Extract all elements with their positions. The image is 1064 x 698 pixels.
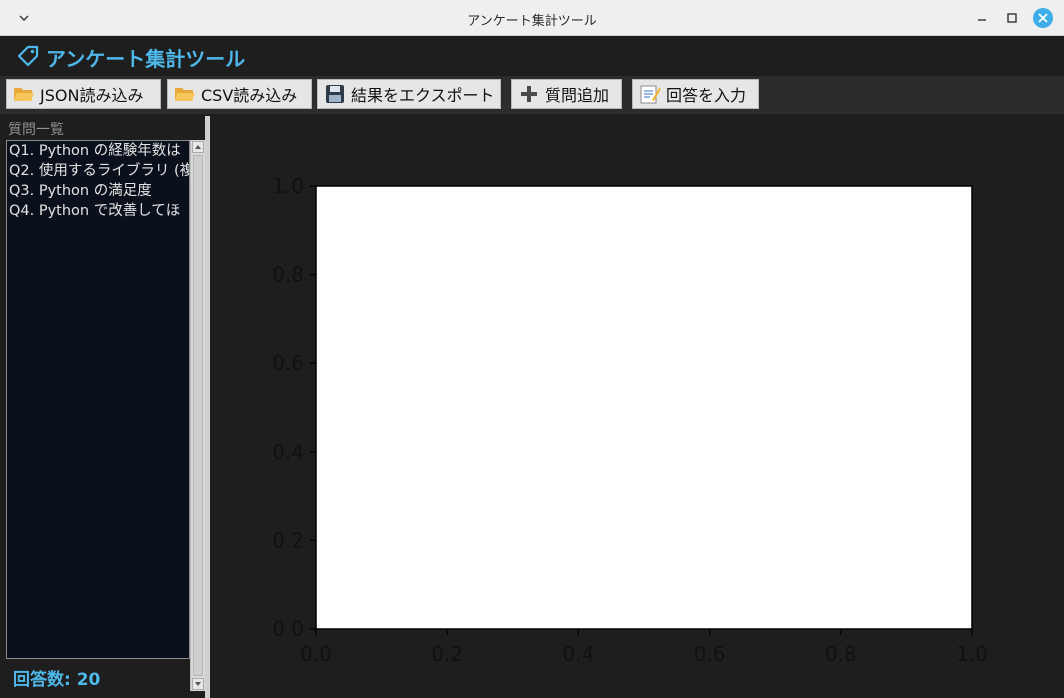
scroll-down-button[interactable] <box>192 678 204 690</box>
export-results-button[interactable]: 結果をエクスポート <box>317 79 501 109</box>
export-results-label: 結果をエクスポート <box>351 86 495 105</box>
enter-answer-button[interactable]: 回答を入力 <box>632 79 759 109</box>
plus-icon <box>521 86 537 102</box>
load-json-label: JSON読み込み <box>40 86 144 105</box>
x-tick-label: 0.0 <box>300 642 332 666</box>
y-axis: 0.0 0.2 0.4 0.6 0.8 1.0 <box>272 174 316 641</box>
x-tick-label: 1.0 <box>956 642 988 666</box>
folder-open-icon <box>175 88 195 101</box>
x-tick-label: 0.8 <box>825 642 857 666</box>
question-list-item[interactable]: Q2. 使用するライブラリ (複 <box>7 161 189 181</box>
chevron-down-icon <box>195 682 201 686</box>
y-tick-label: 0.2 <box>272 528 304 552</box>
close-button[interactable] <box>1033 8 1053 28</box>
window-titlebar: アンケート集計ツール <box>0 0 1064 36</box>
close-icon <box>1038 13 1048 23</box>
question-list-scrollbar[interactable] <box>190 140 205 691</box>
question-list-item[interactable]: Q1. Python の経験年数は <box>7 141 189 161</box>
chevron-up-icon <box>195 145 201 149</box>
scroll-up-button[interactable] <box>192 141 204 153</box>
load-csv-label: CSV読み込み <box>201 86 298 105</box>
x-tick-label: 0.6 <box>694 642 726 666</box>
memo-icon <box>640 85 661 104</box>
enter-answer-label: 回答を入力 <box>666 86 747 105</box>
add-question-button[interactable]: 質問追加 <box>511 79 622 109</box>
question-list-label: 質問一覧 <box>8 122 64 138</box>
app-header: アンケート集計ツール <box>0 36 1064 76</box>
x-tick-label: 0.4 <box>562 642 594 666</box>
response-count: 回答数: 20 <box>13 670 101 690</box>
x-tick-label: 0.2 <box>431 642 463 666</box>
question-list[interactable]: Q1. Python の経験年数は Q2. 使用するライブラリ (複 Q3. P… <box>6 140 190 659</box>
x-axis: 0.0 0.2 0.4 0.6 0.8 1.0 <box>300 629 988 666</box>
window-title: アンケート集計ツール <box>467 14 597 29</box>
tag-icon <box>17 45 39 67</box>
toolbar: JSON読み込み CSV読み込み 結果をエクスポート 質問追加 回答を入力 <box>0 76 1064 114</box>
y-tick-label: 0.6 <box>272 351 304 375</box>
app-title: アンケート集計ツール <box>46 47 246 71</box>
plot-area <box>315 185 973 630</box>
question-list-item[interactable]: Q3. Python の満足度 <box>7 181 189 201</box>
load-json-button[interactable]: JSON読み込み <box>6 79 161 109</box>
scrollbar-thumb[interactable] <box>193 155 203 676</box>
maximize-icon[interactable] <box>1004 10 1020 26</box>
y-tick-label: 0.4 <box>272 440 304 464</box>
folder-open-icon <box>14 88 34 101</box>
load-csv-button[interactable]: CSV読み込み <box>167 79 312 109</box>
minimize-icon[interactable] <box>974 10 990 26</box>
floppy-disk-icon <box>326 85 344 103</box>
y-tick-label: 1.0 <box>272 174 304 198</box>
add-question-label: 質問追加 <box>545 86 610 105</box>
chart-canvas: 0.0 0.2 0.4 0.6 0.8 1.0 0.0 0.2 0.4 0.6 0.8 1.0 <box>272 174 988 666</box>
y-tick-label: 0.0 <box>272 617 304 641</box>
question-list-item[interactable]: Q4. Python で改善してほ <box>7 201 189 221</box>
y-tick-label: 0.8 <box>272 263 304 287</box>
